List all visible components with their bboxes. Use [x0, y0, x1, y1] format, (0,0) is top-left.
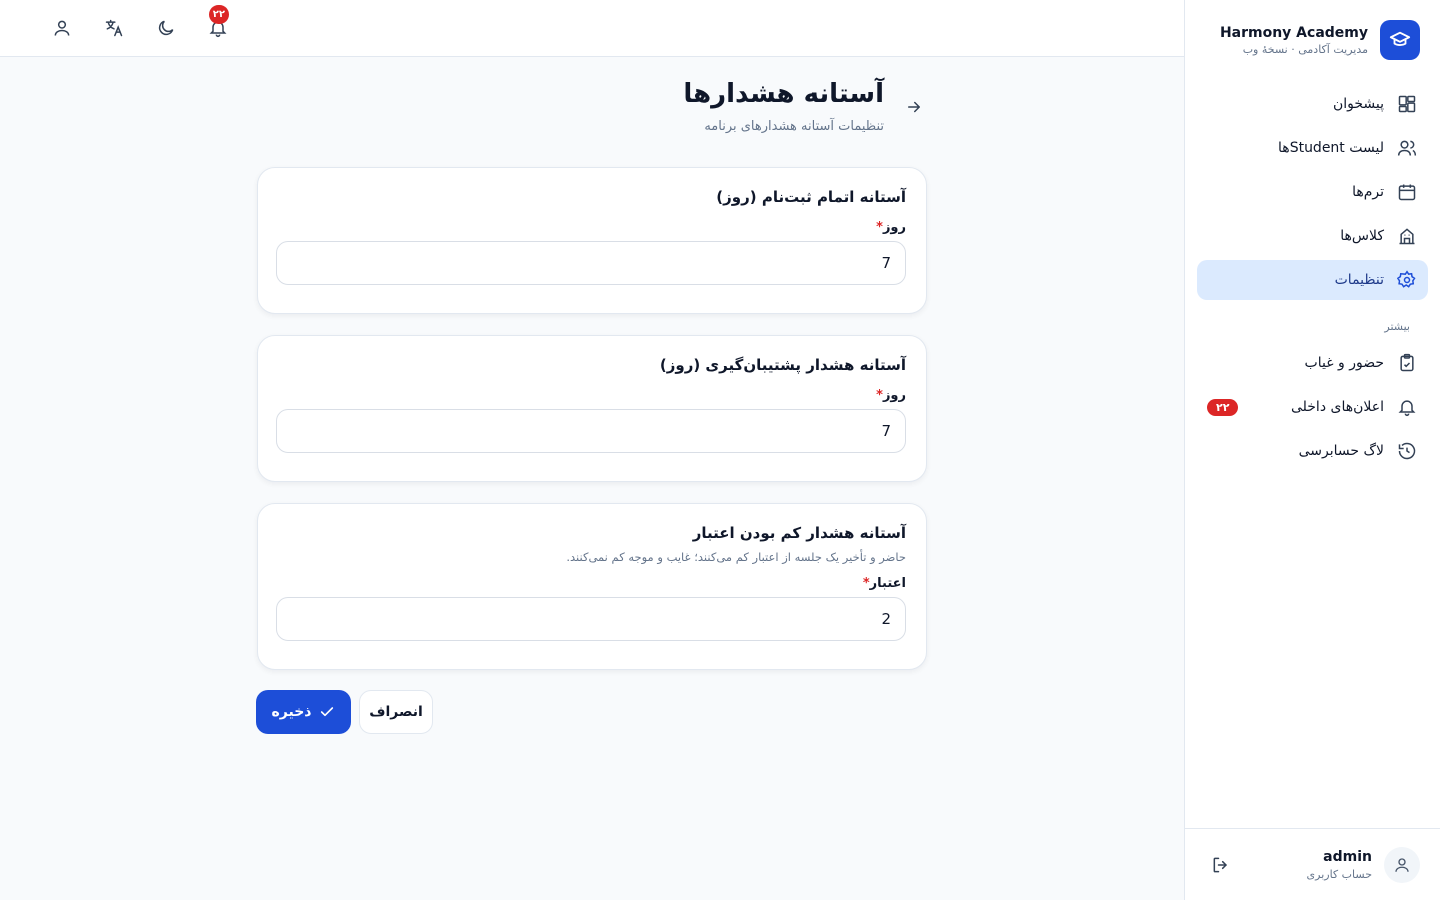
bell-icon [1396, 396, 1418, 418]
save-button-label: ذخیره [271, 704, 312, 720]
back-arrow-icon[interactable] [900, 93, 928, 121]
sidebar-item-label: اعلان‌های داخلی [1290, 399, 1384, 415]
main-content: آستانه هشدارها تنظیمات آستانه هشدارهای ب… [0, 57, 1184, 900]
cancel-button[interactable]: انصراف [359, 690, 433, 734]
check-icon [319, 704, 335, 720]
sidebar-item-label: لیست Studentها [1278, 140, 1384, 156]
user-name: admin [1323, 848, 1372, 865]
field-label-text: روز [882, 388, 906, 403]
topbar: ۲۲ [0, 0, 1184, 57]
field-label-text: اعتبار [869, 576, 906, 591]
translate-icon[interactable] [98, 12, 130, 44]
sidebar-item-attendance[interactable]: حضور و غیاب [1197, 343, 1428, 383]
history-icon [1396, 440, 1418, 462]
field-label: روز* [278, 388, 906, 403]
sidebar-nav: پیشخوان لیست Studentها ترم‌ها کلاس‌ها تن… [1185, 84, 1440, 471]
logout-icon[interactable] [1205, 849, 1237, 881]
sidebar-item-settings[interactable]: تنظیمات [1197, 260, 1428, 300]
clipboard-icon [1396, 352, 1418, 374]
required-mark: * [876, 388, 883, 403]
users-icon [1396, 137, 1418, 159]
field-label: اعتبار* [278, 576, 906, 591]
gear-icon [1396, 269, 1418, 291]
notifications-button[interactable]: ۲۲ [202, 5, 234, 44]
low-credit-threshold-card: آستانه هشدار کم بودن اعتبار حاضر و تأخیر… [257, 503, 927, 670]
brand: Harmony Academy مدیریت آکادمی · نسخهٔ وب [1185, 0, 1440, 60]
sidebar-item-terms[interactable]: ترم‌ها [1197, 172, 1428, 212]
sidebar-item-label: ترم‌ها [1352, 184, 1384, 200]
sidebar-item-label: پیشخوان [1332, 96, 1384, 112]
brand-name: Harmony Academy [1219, 24, 1368, 41]
calendar-icon [1396, 181, 1418, 203]
user-role: حساب کاربری [1306, 867, 1372, 881]
required-mark: * [862, 576, 870, 591]
sidebar-item-classes[interactable]: کلاس‌ها [1197, 216, 1428, 256]
sidebar-item-audit-log[interactable]: لاگ حسابرسی [1197, 431, 1428, 471]
page-subtitle: تنظیمات آستانه هشدارهای برنامه [704, 119, 884, 134]
sidebar-item-label: کلاس‌ها [1340, 228, 1384, 244]
save-button[interactable]: ذخیره [256, 690, 351, 734]
card-title: آستانه هشدار کم بودن اعتبار [692, 524, 906, 542]
notification-badge: ۲۲ [208, 5, 229, 24]
profile-icon[interactable] [46, 12, 78, 44]
avatar [1384, 846, 1420, 883]
graduation-cap-icon [1380, 20, 1420, 60]
nav-section-more: بیشتر [1384, 320, 1410, 333]
sidebar-item-students[interactable]: لیست Studentها [1197, 128, 1428, 168]
moon-icon[interactable] [150, 12, 182, 44]
credit-input[interactable]: 2 [276, 597, 906, 641]
user-box: admin حساب کاربری [1185, 828, 1440, 900]
sidebar: Harmony Academy مدیریت آکادمی · نسخهٔ وب… [1184, 0, 1440, 900]
backup-days-input[interactable]: 7 [276, 409, 906, 453]
card-description: حاضر و تأخیر یک جلسه از اعتبار کم می‌کنن… [566, 550, 906, 564]
enrollment-days-input[interactable]: 7 [276, 241, 906, 285]
field-label-text: روز [882, 220, 906, 235]
enrollment-threshold-card: آستانه اتمام ثبت‌نام (روز) روز* 7 [257, 167, 927, 314]
field-label: روز* [278, 220, 906, 235]
card-title: آستانه هشدار پشتیبان‌گیری (روز) [659, 356, 906, 374]
sidebar-item-label: لاگ حسابرسی [1298, 443, 1384, 459]
brand-subtitle: مدیریت آکادمی · نسخهٔ وب [1242, 42, 1368, 56]
sidebar-item-label: حضور و غیاب [1304, 355, 1384, 371]
required-mark: * [876, 220, 883, 235]
page-title: آستانه هشدارها [683, 79, 884, 109]
backup-threshold-card: آستانه هشدار پشتیبان‌گیری (روز) روز* 7 [257, 335, 927, 482]
page-header: آستانه هشدارها تنظیمات آستانه هشدارهای ب… [683, 79, 884, 134]
sidebar-item-announcements[interactable]: اعلان‌های داخلی ۲۲ [1197, 387, 1428, 427]
cancel-button-label: انصراف [369, 704, 423, 720]
announcements-badge: ۲۲ [1207, 398, 1239, 416]
card-title: آستانه اتمام ثبت‌نام (روز) [716, 188, 906, 206]
sidebar-item-dashboard[interactable]: پیشخوان [1197, 84, 1428, 124]
building-icon [1396, 225, 1418, 247]
dashboard-icon [1396, 93, 1418, 115]
sidebar-item-label: تنظیمات [1334, 272, 1384, 288]
